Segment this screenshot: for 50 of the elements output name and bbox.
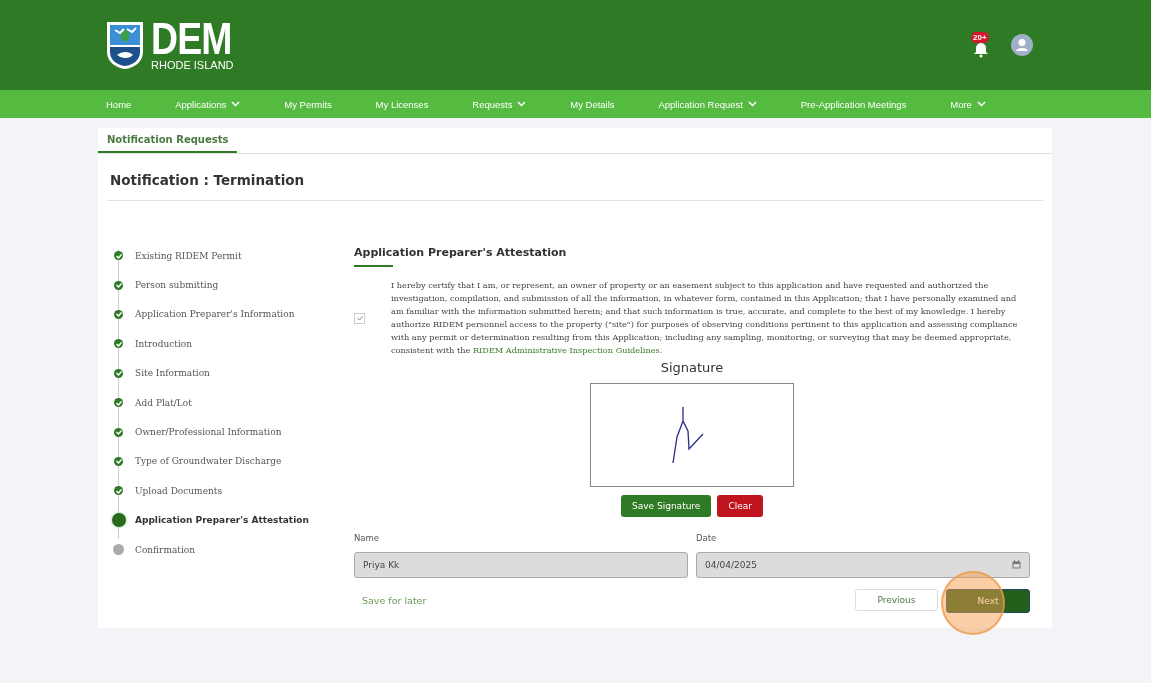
nav-link[interactable]: More [950, 98, 986, 110]
nav-link[interactable]: Application Request [658, 98, 757, 110]
step-label: Type of Groundwater Discharge [135, 456, 282, 467]
nav-link[interactable]: My Permits [284, 98, 332, 110]
nav-link[interactable]: Pre-Application Meetings [800, 98, 907, 110]
step-label: Add Plat/Lot [135, 397, 192, 408]
chevron-down-icon [517, 101, 527, 107]
field-label: Name [354, 532, 381, 543]
signature-pad[interactable] [590, 382, 794, 487]
nav-link[interactable]: Applications [175, 98, 241, 110]
notification-badge: 20+ [971, 32, 989, 43]
step-label: Owner/Professional Information [135, 427, 282, 438]
chevron-down-icon [231, 101, 241, 107]
name-field[interactable]: Priya Kk [354, 551, 688, 578]
section-title: Application Preparer's Attestation [354, 246, 567, 267]
next-button[interactable]: Next [946, 588, 1030, 613]
step-label: Upload Documents [135, 485, 222, 496]
user-avatar-icon[interactable] [1011, 34, 1033, 56]
step-label: Introduction [135, 338, 192, 349]
step-label: Site Information [135, 368, 210, 379]
guidelines-link[interactable]: RIDEM Administrative Inspection Guidelines [472, 345, 660, 356]
nav-link[interactable]: My Details [570, 98, 615, 110]
step-label: Person submitting [135, 280, 219, 291]
shield-logo-icon [105, 20, 145, 70]
attestation-checkbox[interactable] [354, 312, 365, 324]
step-label: Confirmation [135, 544, 196, 555]
signature-label: Signature [660, 359, 724, 375]
tab[interactable]: Notification Requests [98, 128, 238, 153]
calendar-icon[interactable] [1012, 560, 1021, 570]
step-label: Existing RIDEM Permit [135, 250, 242, 261]
nav-link[interactable]: Requests [472, 98, 527, 110]
previous-button[interactable]: Previous [855, 588, 938, 611]
nav-link[interactable]: My Licenses [375, 98, 429, 110]
check-icon [355, 314, 364, 323]
logo-title: DEM [151, 19, 232, 59]
chevron-down-icon [976, 101, 986, 107]
save-for-later-link[interactable]: Save for later [354, 595, 427, 607]
field-label: Date [696, 532, 718, 543]
step-label: Application Preparer's Attestation [135, 515, 309, 526]
clear-button[interactable]: Clear [717, 494, 763, 517]
chevron-down-icon [747, 101, 757, 107]
date-field[interactable]: 04/04/2025 [696, 551, 1030, 578]
bell-icon [973, 40, 989, 58]
attestation-text: I hereby certify that I am, or represent, an owner of property or an easement subject to this application and have requested and authorized the investigation, compilation, and submission of all the information, in whatever form, contained in this Application; that I have personally examined and am familiar with the information submitted herein; and that such information is true, accurate, and complete to the best of my knowledge. I hereby authorize RIDEM personnel access to the property ("site") for purposes of observing conditions pertinent to this application and assessing compliance with any permit or determination resulting from this Application; including any sampling, monitoring, or surveying that may be deemed appropriate, consistent with the RIDEM Administrative Inspection Guidelines. [391, 279, 1019, 358]
page-title: Notification : Termination [107, 154, 1043, 201]
logo-subtitle: RHODE ISLAND [151, 59, 235, 71]
nav-link[interactable]: Home [106, 98, 132, 110]
save-signature-button[interactable]: Save Signature [621, 494, 712, 517]
notification-button[interactable]: 20+ [971, 32, 991, 58]
step-label: Application Preparer's Information [135, 309, 295, 320]
